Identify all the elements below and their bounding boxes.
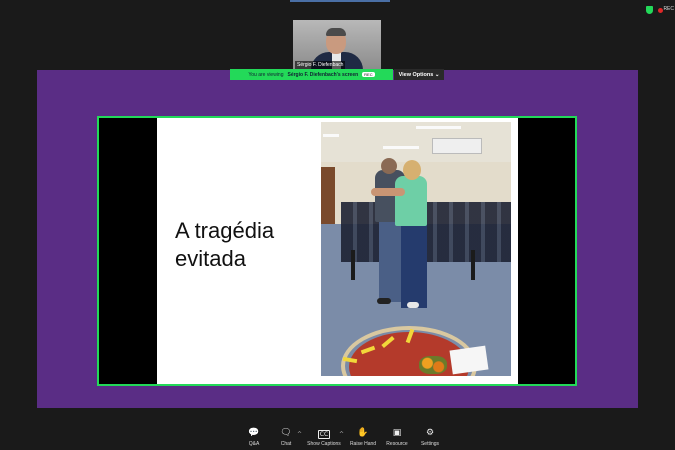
participant-video[interactable]: Sérgio F. Diefenbach [293,20,381,70]
shoe [377,298,391,304]
top-accent-bar [290,0,390,2]
show-captions-button[interactable]: CC Show Captions [305,428,343,448]
qa-icon: 💬 [248,428,260,438]
raise-hand-icon: ✋ [357,428,369,438]
participant-hair [326,28,346,36]
ceiling-light [323,134,339,137]
chat-icon: 🗨 [280,428,292,438]
banner-recording-indicator: REC [362,72,375,77]
door [321,167,335,227]
woman-torso [395,176,427,226]
ceiling-light [416,126,461,129]
air-conditioner [432,138,482,154]
screen-share-banner: You are viewing Sérgio F. Diefenbach's s… [230,69,393,80]
view-options-button[interactable]: View Options ⌄ [394,69,444,80]
settings-icon: ⚙ [425,428,435,438]
chat-chevron-up-icon[interactable]: ^ [297,431,302,438]
raise-hand-label: Raise Hand [349,441,377,447]
shield-icon[interactable] [646,6,653,14]
settings-label: Settings [420,441,440,447]
man-head [381,158,397,174]
qa-label: Q&A [248,441,260,447]
man-legs [379,220,401,302]
woman-legs [401,224,427,308]
recording-dot-icon [658,8,663,13]
captions-icon: CC [317,430,331,439]
chair-leg [471,250,475,280]
paper-sheet [449,345,489,375]
banner-owner: Sérgio F. Diefenbach's screen [287,71,359,78]
recording-label: REC [663,6,674,12]
captions-label: Show Captions [307,441,341,447]
slide-title: A tragédia evitada [175,217,315,273]
resource-button[interactable]: ▣ Resource [386,428,408,448]
embracing-arm [371,188,405,196]
ceiling-light [383,146,419,149]
raise-hand-button[interactable]: ✋ Raise Hand [350,428,376,448]
slide-title-line-1: A tragédia [175,218,275,243]
flowers [419,356,447,374]
captions-chevron-up-icon[interactable]: ^ [339,431,344,438]
top-bar [0,0,675,18]
chat-button[interactable]: 🗨 Chat [276,428,296,448]
banner-prefix: You are viewing [248,71,284,78]
woman-head [403,160,421,180]
resource-label: Resource [386,441,408,447]
shoe [407,302,419,308]
resource-icon: ▣ [392,428,402,438]
chair-leg [351,250,355,280]
chat-label: Chat [280,441,292,447]
participant-name: Sérgio F. Diefenbach [295,61,346,69]
slide-title-line-2: evitada [175,246,246,271]
slide-photo [321,122,511,376]
qa-button[interactable]: 💬 Q&A [244,428,264,448]
settings-button[interactable]: ⚙ Settings [419,428,441,448]
